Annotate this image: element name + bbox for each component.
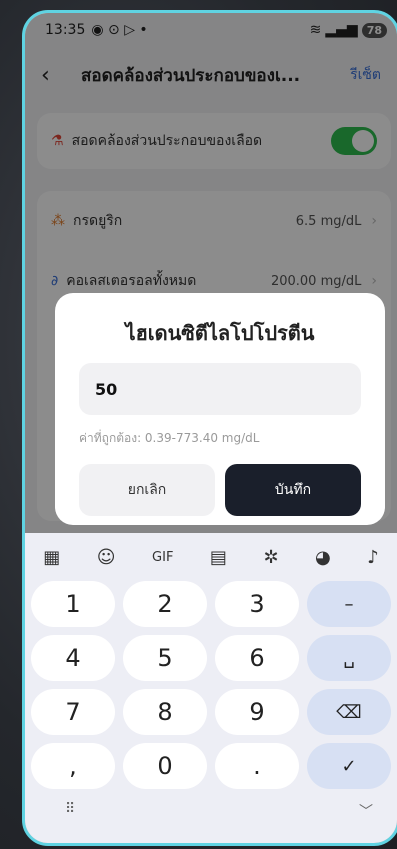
dialog-title: ไฮเดนซิตีไลโปโปรตีน bbox=[125, 321, 315, 345]
palette-icon[interactable]: ◕ bbox=[315, 547, 331, 568]
keyboard-switch-icon[interactable]: ⠿ bbox=[65, 801, 75, 821]
key-9[interactable]: 9 bbox=[215, 689, 299, 735]
key-6[interactable]: 6 bbox=[215, 635, 299, 681]
keypad: 1 2 3 – 4 5 6 ␣ 7 8 9 ⌫ , 0 . ✓ bbox=[25, 581, 397, 789]
numeric-keyboard: ▦ ☺ GIF ▤ ✲ ◕ ♪ 1 2 3 – 4 5 6 ␣ 7 8 9 ⌫ bbox=[25, 533, 397, 843]
key-dot[interactable]: . bbox=[215, 743, 299, 789]
dialog-buttons: ยกเลิก บันทึก bbox=[79, 464, 361, 516]
cancel-button[interactable]: ยกเลิก bbox=[79, 464, 215, 516]
key-minus[interactable]: – bbox=[307, 581, 391, 627]
valid-range-text: ค่าที่ถูกต้อง: 0.39-773.40 mg/dL bbox=[79, 431, 260, 445]
key-8[interactable]: 8 bbox=[123, 689, 207, 735]
save-button[interactable]: บันทึก bbox=[225, 464, 361, 516]
screen: 13:35 ◉ ⊙ ▷ • ≋ ▂▄▆ 78 ‹ สอดคล้องส่วนประ… bbox=[25, 13, 397, 843]
key-backspace[interactable]: ⌫ bbox=[307, 689, 391, 735]
chevron-down-icon[interactable]: ﹀ bbox=[359, 801, 373, 821]
gif-button[interactable]: GIF bbox=[152, 550, 173, 565]
phone-frame: 13:35 ◉ ⊙ ▷ • ≋ ▂▄▆ 78 ‹ สอดคล้องส่วนประ… bbox=[22, 10, 397, 846]
key-7[interactable]: 7 bbox=[31, 689, 115, 735]
key-2[interactable]: 2 bbox=[123, 581, 207, 627]
settings-icon[interactable]: ✲ bbox=[263, 547, 278, 568]
key-5[interactable]: 5 bbox=[123, 635, 207, 681]
key-comma[interactable]: , bbox=[31, 743, 115, 789]
keyboard-bottom-bar: ⠿ ﹀ bbox=[25, 789, 397, 821]
key-0[interactable]: 0 bbox=[123, 743, 207, 789]
keyboard-toolbar: ▦ ☺ GIF ▤ ✲ ◕ ♪ bbox=[25, 533, 397, 581]
input-dialog: ไฮเดนซิตีไลโปโปรตีน 50 ค่าที่ถูกต้อง: 0.… bbox=[55, 293, 385, 525]
key-done[interactable]: ✓ bbox=[307, 743, 391, 789]
grid-icon[interactable]: ▦ bbox=[43, 547, 60, 568]
mic-icon[interactable]: ♪ bbox=[367, 547, 379, 568]
clipboard-icon[interactable]: ▤ bbox=[210, 547, 227, 568]
key-space[interactable]: ␣ bbox=[307, 635, 391, 681]
key-1[interactable]: 1 bbox=[31, 581, 115, 627]
key-4[interactable]: 4 bbox=[31, 635, 115, 681]
key-3[interactable]: 3 bbox=[215, 581, 299, 627]
sticker-icon[interactable]: ☺ bbox=[97, 547, 116, 568]
value-input[interactable]: 50 bbox=[79, 363, 361, 415]
